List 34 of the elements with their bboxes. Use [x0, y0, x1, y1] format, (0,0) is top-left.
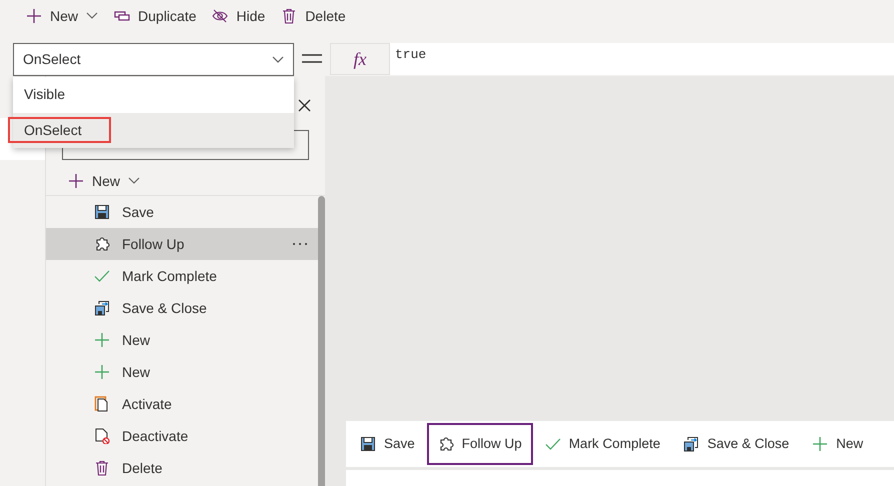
item-label: Follow Up	[122, 234, 186, 254]
item-label: Activate	[122, 394, 173, 414]
toolbar-button[interactable]: Delete	[281, 2, 346, 30]
formula-field[interactable]: true	[390, 43, 894, 75]
dropdown-option[interactable]: OnSelect	[13, 112, 294, 148]
toolbar-button[interactable]: New	[26, 2, 98, 30]
tree-item[interactable]: Deactivate	[46, 420, 318, 452]
dropdown-option[interactable]: Visible	[13, 77, 294, 112]
tree-item[interactable]: Mark Complete	[46, 260, 318, 292]
new-button[interactable]: New	[68, 168, 140, 194]
command-button[interactable]: Follow Up	[426, 423, 533, 465]
tree-item[interactable]: Save & Close	[46, 292, 318, 324]
command-button[interactable]: Mark Complete	[534, 423, 672, 465]
item-label: Save & Close	[122, 298, 208, 318]
command-button[interactable]: Save	[349, 423, 426, 465]
item-label: Delete	[122, 458, 164, 478]
command-button[interactable]: Save & Close	[672, 423, 800, 465]
tree-item[interactable]: New	[46, 356, 318, 388]
item-label: New	[122, 362, 152, 382]
item-label: New	[122, 330, 152, 350]
fx-button[interactable]: fx	[330, 43, 390, 75]
tree-item[interactable]: Follow Up	[46, 228, 318, 260]
tree-item[interactable]: Activate	[46, 388, 318, 420]
command-button[interactable]: New	[801, 423, 874, 465]
toolbar-button[interactable]: Hide	[212, 2, 266, 30]
property-dropdown[interactable]: OnSelect	[13, 43, 294, 76]
tree-item[interactable]: Save	[46, 196, 318, 228]
toolbar-button[interactable]: Duplicate	[114, 2, 196, 30]
item-label: Save	[122, 202, 155, 222]
tree-item[interactable]: Delete	[46, 452, 318, 484]
item-label: Mark Complete	[122, 266, 218, 286]
item-label: Deactivate	[122, 426, 190, 446]
dropdown-value: OnSelect	[23, 50, 81, 69]
tree-item[interactable]: New	[46, 324, 318, 356]
